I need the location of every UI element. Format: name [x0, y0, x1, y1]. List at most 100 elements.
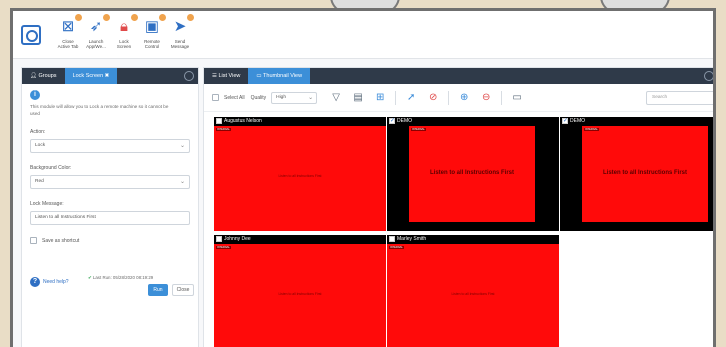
app-window: ⊠ Close Active Tab ➶ Launch App/We... 🔒︎… — [10, 8, 716, 347]
action-label: Action: — [30, 129, 46, 135]
toolbar-label: Send Message — [170, 39, 190, 49]
lock-message: Listen to all Instructions First — [429, 170, 514, 176]
quality-label: Quality — [250, 94, 267, 101]
chevron-down-icon: ⌄ — [308, 94, 314, 101]
tile-checkbox[interactable] — [389, 117, 395, 126]
monitor-icon: ▭ — [256, 73, 262, 79]
toolbar-label: Lock Screen — [116, 39, 132, 49]
lock-message-value: Listen to all Instructions First — [35, 215, 96, 220]
thumbnail-tile[interactable]: Augustus Nelson INTERNAL Listen to all I… — [214, 117, 386, 231]
toolbar-label: Close Active Tab — [57, 39, 79, 49]
thumbnail-tile[interactable]: DEMO INTERNAL Listen to all Instructions… — [387, 117, 559, 231]
tile-checkbox[interactable] — [562, 117, 568, 126]
tile-checkbox[interactable] — [216, 118, 222, 124]
tab-lock-screen[interactable]: Lock Screen ✖ — [64, 68, 118, 84]
divider — [395, 90, 397, 105]
panel-footer: ? Need help? ✔ Last Run: 05/28/2020 08:1… — [30, 275, 194, 296]
need-help-link[interactable]: Need help? — [43, 279, 69, 285]
toolbar-label: Launch App/We... — [86, 39, 106, 49]
machine-name: Augustus Nelson — [224, 118, 262, 124]
bg-color-select[interactable]: Red ⌄ — [30, 175, 190, 189]
lock-message: Listen to all Instructions First — [602, 170, 687, 176]
thumbnail-tile[interactable]: DEMO INTERNAL Listen to all Instructions… — [560, 117, 713, 231]
list-icon: ☰ — [212, 73, 217, 79]
lock-screen-preview: INTERNAL Listen to all Instructions Firs… — [214, 126, 386, 231]
lock-screen-preview: INTERNAL Listen to all Instructions Firs… — [387, 244, 559, 347]
user-icon: 👤︎ — [30, 73, 37, 79]
internal-badge: INTERNAL — [584, 128, 599, 131]
block-icon[interactable]: ⊘ — [425, 91, 441, 105]
launch-app-button[interactable]: ➶ Launch App/We... — [83, 14, 110, 49]
thumbnail-toolbar: Select All Quality High ⌄ ▽ ▤ ⊞ ➚ ⊘ ⊕ ⊖ … — [204, 84, 713, 112]
tab-thumbnail-view[interactable]: ▭ Thumbnail View — [248, 68, 311, 84]
zoom-in-icon[interactable]: ⊕ — [456, 91, 472, 105]
remote-control-button[interactable]: ▣ Remote Control — [139, 14, 166, 49]
tab-list-view[interactable]: ☰ List View — [204, 68, 248, 84]
quality-value: High — [276, 94, 287, 100]
save-shortcut-checkbox[interactable] — [30, 237, 37, 244]
lock-screen-button[interactable]: 🔒︎ Lock Screen — [111, 14, 138, 49]
screen-icon[interactable]: ▭ — [509, 91, 525, 105]
quality-select[interactable]: High ⌄ — [271, 91, 318, 104]
filter-icon[interactable]: ▽ — [328, 91, 344, 105]
tile-checkbox[interactable] — [389, 236, 395, 242]
select-all-checkbox[interactable] — [212, 94, 219, 101]
lock-message: Listen to all Instructions First — [278, 174, 322, 178]
tab-label: Lock Screen — [72, 73, 104, 79]
chevron-down-icon: ⌄ — [179, 179, 185, 185]
run-button[interactable]: Run — [148, 284, 168, 296]
machine-name: DEMO — [397, 118, 412, 124]
internal-badge: INTERNAL — [216, 128, 231, 131]
lock-screen-preview: INTERNAL Listen to all Instructions Firs… — [214, 244, 386, 347]
lock-screen-preview: INTERNAL Listen to all Instructions Firs… — [409, 126, 535, 222]
close-icon[interactable]: ✖ — [105, 73, 110, 79]
help-icon[interactable]: ? — [30, 277, 40, 287]
module-description: This module will allow you to Lock a rem… — [30, 104, 169, 116]
tab-label: List View — [218, 73, 241, 79]
tab-groups[interactable]: 👤︎ Groups — [22, 68, 65, 84]
action-value: Lock — [35, 143, 46, 148]
info-icon: i — [30, 90, 40, 100]
lock-message-input[interactable]: Listen to all Instructions First — [30, 211, 190, 225]
tab-label: Thumbnail View — [263, 73, 303, 79]
tile-header: DEMO — [387, 117, 559, 126]
layout-icon[interactable]: ▤ — [350, 91, 366, 105]
close-active-tab-button[interactable]: ⊠ Close Active Tab — [55, 14, 82, 49]
tile-header: Augustus Nelson — [214, 117, 386, 126]
main-toolbar: ⊠ Close Active Tab ➶ Launch App/We... 🔒︎… — [13, 11, 713, 59]
tile-checkbox[interactable] — [216, 236, 222, 242]
chevron-down-icon: ⌄ — [179, 143, 185, 149]
save-shortcut-label: Save as shortcut — [42, 237, 80, 244]
zoom-out-icon[interactable]: ⊖ — [478, 91, 494, 105]
internal-badge: INTERNAL — [411, 128, 426, 131]
pin-icon[interactable] — [184, 71, 194, 81]
lock-message: Listen to all Instructions First — [451, 292, 495, 296]
checkmark-icon: ✔ — [88, 275, 92, 280]
thumbnail-tile[interactable]: Marley Smith INTERNAL Listen to all Inst… — [387, 235, 559, 347]
search-input[interactable]: Search — [646, 91, 713, 105]
internal-badge: INTERNAL — [216, 246, 231, 249]
tile-header: Johnny Dee — [214, 235, 386, 244]
search-icon[interactable] — [21, 25, 41, 45]
select-all-label: Select All — [224, 94, 245, 101]
bg-color-value: Red — [35, 179, 44, 184]
pin-icon[interactable] — [704, 71, 713, 81]
action-select[interactable]: Lock ⌄ — [30, 139, 190, 153]
pointer-icon[interactable]: ➚ — [403, 91, 419, 105]
tab-label: Groups — [38, 73, 57, 79]
rocket-icon: ➶ — [86, 14, 110, 37]
close-button[interactable]: Close — [172, 284, 194, 296]
expand-icon[interactable]: ⊞ — [372, 91, 388, 105]
lock-message-label: Lock Message: — [30, 201, 64, 207]
lock-icon: 🔒︎ — [114, 14, 138, 37]
send-message-button[interactable]: ➤ Send Message — [167, 14, 194, 49]
toolbar-label: Remote Control — [144, 39, 160, 49]
thumbnail-tile[interactable]: Johnny Dee INTERNAL Listen to all Instru… — [214, 235, 386, 347]
lock-message: Listen to all Instructions First — [278, 292, 322, 296]
bg-color-label: Background Color: — [30, 165, 72, 171]
machine-name: Marley Smith — [397, 236, 427, 242]
right-tab-bar: ☰ List View ▭ Thumbnail View — [204, 68, 713, 84]
close-tab-icon: ⊠ — [58, 14, 82, 37]
thumbnail-panel: ☰ List View ▭ Thumbnail View Select All … — [203, 67, 713, 347]
save-shortcut-row[interactable]: Save as shortcut — [30, 237, 190, 244]
